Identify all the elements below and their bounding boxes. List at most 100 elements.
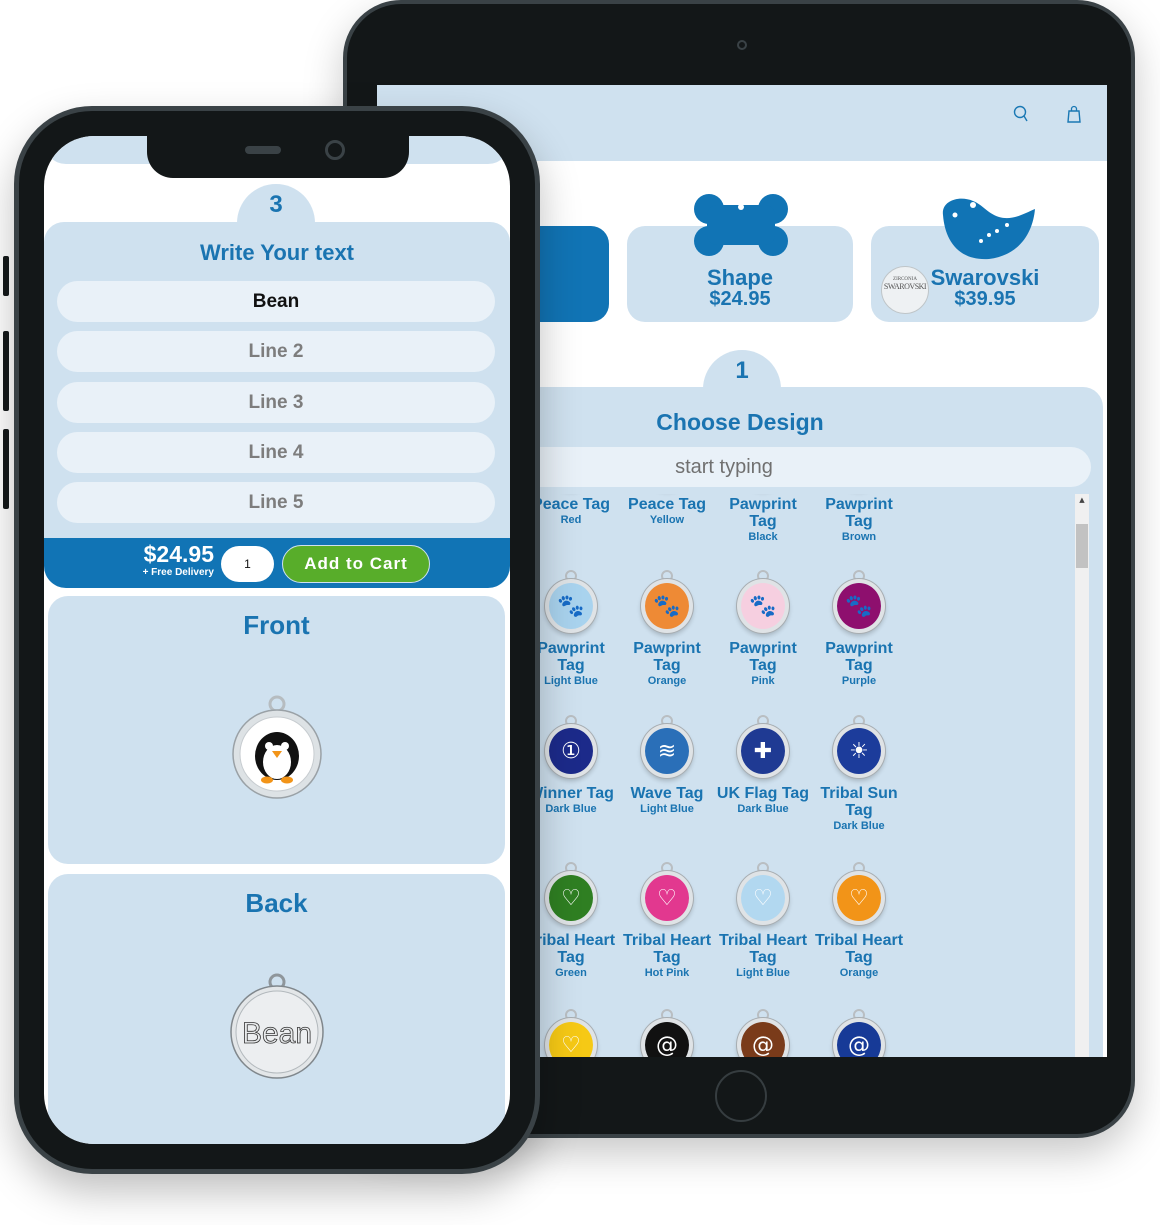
scrollbar-thumb[interactable] bbox=[1076, 524, 1088, 568]
tag-name: Pawprint Tag bbox=[825, 640, 893, 674]
text-line-4-input[interactable] bbox=[57, 432, 495, 473]
tag-thumbnail: 🐾 bbox=[831, 570, 887, 636]
phone-notch bbox=[147, 136, 409, 178]
text-line-1-input[interactable] bbox=[57, 281, 495, 322]
tag-design-icon: ≋ bbox=[641, 724, 693, 778]
price-label: $24.95 bbox=[143, 541, 214, 567]
tag-thumbnail: ♡ bbox=[831, 862, 887, 928]
speaker-icon bbox=[245, 146, 281, 154]
tag-color: Dark Blue bbox=[737, 803, 789, 815]
design-tag-item[interactable]: ♡ Tribal Heart Tag Orange bbox=[811, 862, 907, 981]
design-tag-item[interactable]: ≋ Wave Tag Light Blue bbox=[619, 715, 715, 817]
tag-thumbnail: ♡ bbox=[543, 862, 599, 928]
add-to-cart-button[interactable]: Add to Cart bbox=[282, 545, 430, 583]
tag-name: Tribal Heart Tag bbox=[718, 932, 808, 966]
tablet-camera bbox=[737, 40, 747, 50]
write-text-panel: Write Your text bbox=[44, 222, 510, 538]
tag-design-icon: @ bbox=[833, 1018, 885, 1057]
tag-name: Tribal Heart Tag bbox=[622, 932, 712, 966]
design-tag-item[interactable]: 🐾 Pawprint Tag Pink bbox=[715, 570, 811, 689]
text-line-2-input[interactable] bbox=[57, 331, 495, 372]
section-title: Write Your text bbox=[199, 240, 355, 265]
design-tag-item[interactable]: 🐾Pawprint TagBlack bbox=[715, 494, 811, 545]
bone-tag-icon bbox=[694, 194, 788, 256]
tag-name: Tribal Sun Tag bbox=[820, 785, 898, 819]
tag-name: Wave Tag bbox=[630, 785, 704, 802]
quantity-input[interactable] bbox=[221, 546, 274, 582]
tag-thumbnail: 🐾 bbox=[543, 570, 599, 636]
design-tag-item[interactable]: ✚ UK Flag Tag Dark Blue bbox=[715, 715, 811, 817]
tag-design-icon: ♡ bbox=[545, 871, 597, 925]
style-label: Shape bbox=[706, 265, 774, 290]
tag-thumbnail: ≋ bbox=[639, 715, 695, 781]
tag-thumbnail: ① bbox=[543, 715, 599, 781]
style-price: $24.95 bbox=[709, 288, 771, 310]
tag-thumbnail: @ bbox=[831, 1009, 887, 1057]
text-line-3-input[interactable] bbox=[57, 382, 495, 423]
tag-color: Light Blue bbox=[640, 803, 694, 815]
preview-title: Front bbox=[243, 610, 310, 640]
tag-design-icon: 🐾 bbox=[641, 579, 693, 633]
tag-color: Orange bbox=[647, 675, 687, 687]
tag-design-icon: ♡ bbox=[641, 871, 693, 925]
tag-thumbnail: ♡ bbox=[543, 1009, 599, 1057]
tag-design-icon: ① bbox=[545, 724, 597, 778]
shopping-bag-icon[interactable] bbox=[1067, 105, 1081, 123]
design-tag-item[interactable]: ♡ Tribal Heart Tag Light Blue bbox=[715, 862, 811, 981]
tag-design-icon: 🐾 bbox=[833, 579, 885, 633]
bird-tag-icon bbox=[942, 198, 1035, 260]
tag-design-icon: @ bbox=[641, 1018, 693, 1057]
swarovski-zirconia-badge: ZIRCONIA SWAROVSKI bbox=[881, 266, 929, 314]
design-tag-item[interactable]: ☮Peace TagYellow bbox=[619, 494, 715, 528]
style-price: $39.95 bbox=[954, 288, 1016, 310]
tag-name: Pawprint Tag bbox=[729, 496, 797, 530]
tag-design-icon: ✚ bbox=[737, 724, 789, 778]
tag-design-icon: ☀ bbox=[833, 724, 885, 778]
tag-thumbnail: @ bbox=[735, 1009, 791, 1057]
tag-design-icon: 🐾 bbox=[545, 579, 597, 633]
tag-name: Pawprint Tag bbox=[825, 496, 893, 530]
text-line-5-input[interactable] bbox=[57, 482, 495, 523]
delivery-note: + Free Delivery bbox=[142, 567, 214, 578]
preview-title: Back bbox=[245, 888, 308, 918]
tag-thumbnail: 🐾 bbox=[639, 570, 695, 636]
tag-name: UK Flag Tag bbox=[716, 785, 810, 802]
svg-text:Bean: Bean bbox=[242, 1017, 312, 1050]
search-icon[interactable] bbox=[1013, 105, 1029, 123]
front-preview-panel: Front bbox=[48, 596, 505, 864]
tag-color: Yellow bbox=[649, 514, 685, 526]
tag-thumbnail: @ bbox=[639, 1009, 695, 1057]
tag-color: Dark Blue bbox=[833, 820, 885, 832]
tag-name: Tribal Heart Tag bbox=[814, 932, 904, 966]
design-tag-item[interactable]: ☀ Tribal Sun Tag Dark Blue bbox=[811, 715, 907, 834]
style-label: Swarovski bbox=[930, 265, 1040, 290]
tag-color: Orange bbox=[839, 967, 879, 979]
tag-color: Purple bbox=[841, 675, 877, 687]
cart-bar: $24.95 + Free Delivery Add to Cart bbox=[44, 538, 510, 588]
tag-design-icon: @ bbox=[737, 1018, 789, 1057]
tablet-home-button[interactable] bbox=[715, 1070, 767, 1122]
tag-color: Pink bbox=[751, 675, 775, 687]
design-tag-item[interactable]: 🐾Pawprint TagBrown bbox=[811, 494, 907, 545]
front-camera-icon bbox=[325, 140, 345, 160]
design-tag-item[interactable]: @ bbox=[619, 1009, 715, 1057]
design-tag-item[interactable]: @ bbox=[715, 1009, 811, 1057]
design-tag-item[interactable]: 🐾 Pawprint Tag Orange bbox=[619, 570, 715, 689]
tag-name: Peace Tag bbox=[628, 496, 706, 513]
tag-thumbnail: ♡ bbox=[735, 862, 791, 928]
tag-thumbnail: ✚ bbox=[735, 715, 791, 781]
scroll-up-arrow-icon[interactable]: ▲ bbox=[1075, 496, 1089, 504]
tag-color: Black bbox=[748, 531, 778, 543]
tag-color: Brown bbox=[841, 531, 877, 543]
tag-thumbnail: ☀ bbox=[831, 715, 887, 781]
tag-color: Light Blue bbox=[736, 967, 790, 979]
back-preview-panel: Back Bean bbox=[48, 874, 505, 1144]
design-tag-item[interactable]: 🐾 Pawprint Tag Purple bbox=[811, 570, 907, 689]
design-tag-item[interactable]: ♡ Tribal Heart Tag Hot Pink bbox=[619, 862, 715, 981]
design-grid-scrollbar[interactable]: ▲ bbox=[1075, 494, 1089, 1057]
tag-design-icon: ♡ bbox=[833, 871, 885, 925]
tag-design-icon: ♡ bbox=[545, 1018, 597, 1057]
tag-thumbnail: ♡ bbox=[639, 862, 695, 928]
tag-thumbnail: 🐾 bbox=[735, 570, 791, 636]
design-tag-item[interactable]: @ bbox=[811, 1009, 907, 1057]
